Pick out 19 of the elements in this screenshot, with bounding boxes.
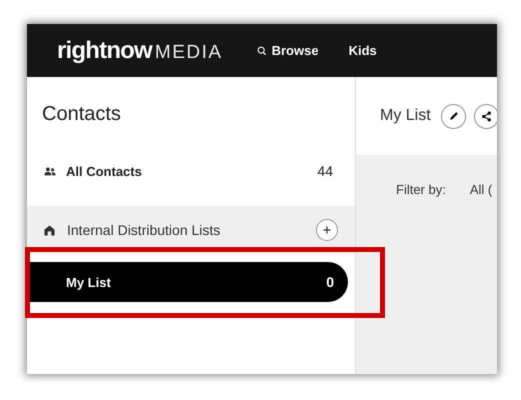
people-icon bbox=[44, 166, 56, 176]
filter-label: Filter by: bbox=[396, 182, 446, 197]
home-icon bbox=[44, 224, 55, 236]
logo[interactable]: rightnowMEDIA bbox=[57, 36, 223, 64]
edit-button[interactable] bbox=[440, 104, 466, 128]
nav-link[interactable]: Kids bbox=[348, 43, 377, 58]
nav-link[interactable]: Browse bbox=[256, 43, 319, 58]
search-icon bbox=[256, 46, 267, 56]
pencil-icon bbox=[448, 110, 459, 122]
section-label: Internal Distribution Lists bbox=[67, 222, 222, 238]
plus-icon bbox=[322, 225, 332, 235]
list-item[interactable]: All Contacts 44 bbox=[27, 143, 355, 199]
list-title: My List bbox=[380, 107, 431, 125]
share-icon bbox=[480, 110, 492, 122]
add-button[interactable] bbox=[316, 219, 338, 241]
list-item[interactable]: My List 0 bbox=[27, 262, 348, 302]
share-button[interactable] bbox=[474, 104, 497, 128]
filter-dropdown[interactable]: All ( bbox=[470, 182, 492, 197]
sidebar-title: Contacts bbox=[41, 102, 122, 127]
